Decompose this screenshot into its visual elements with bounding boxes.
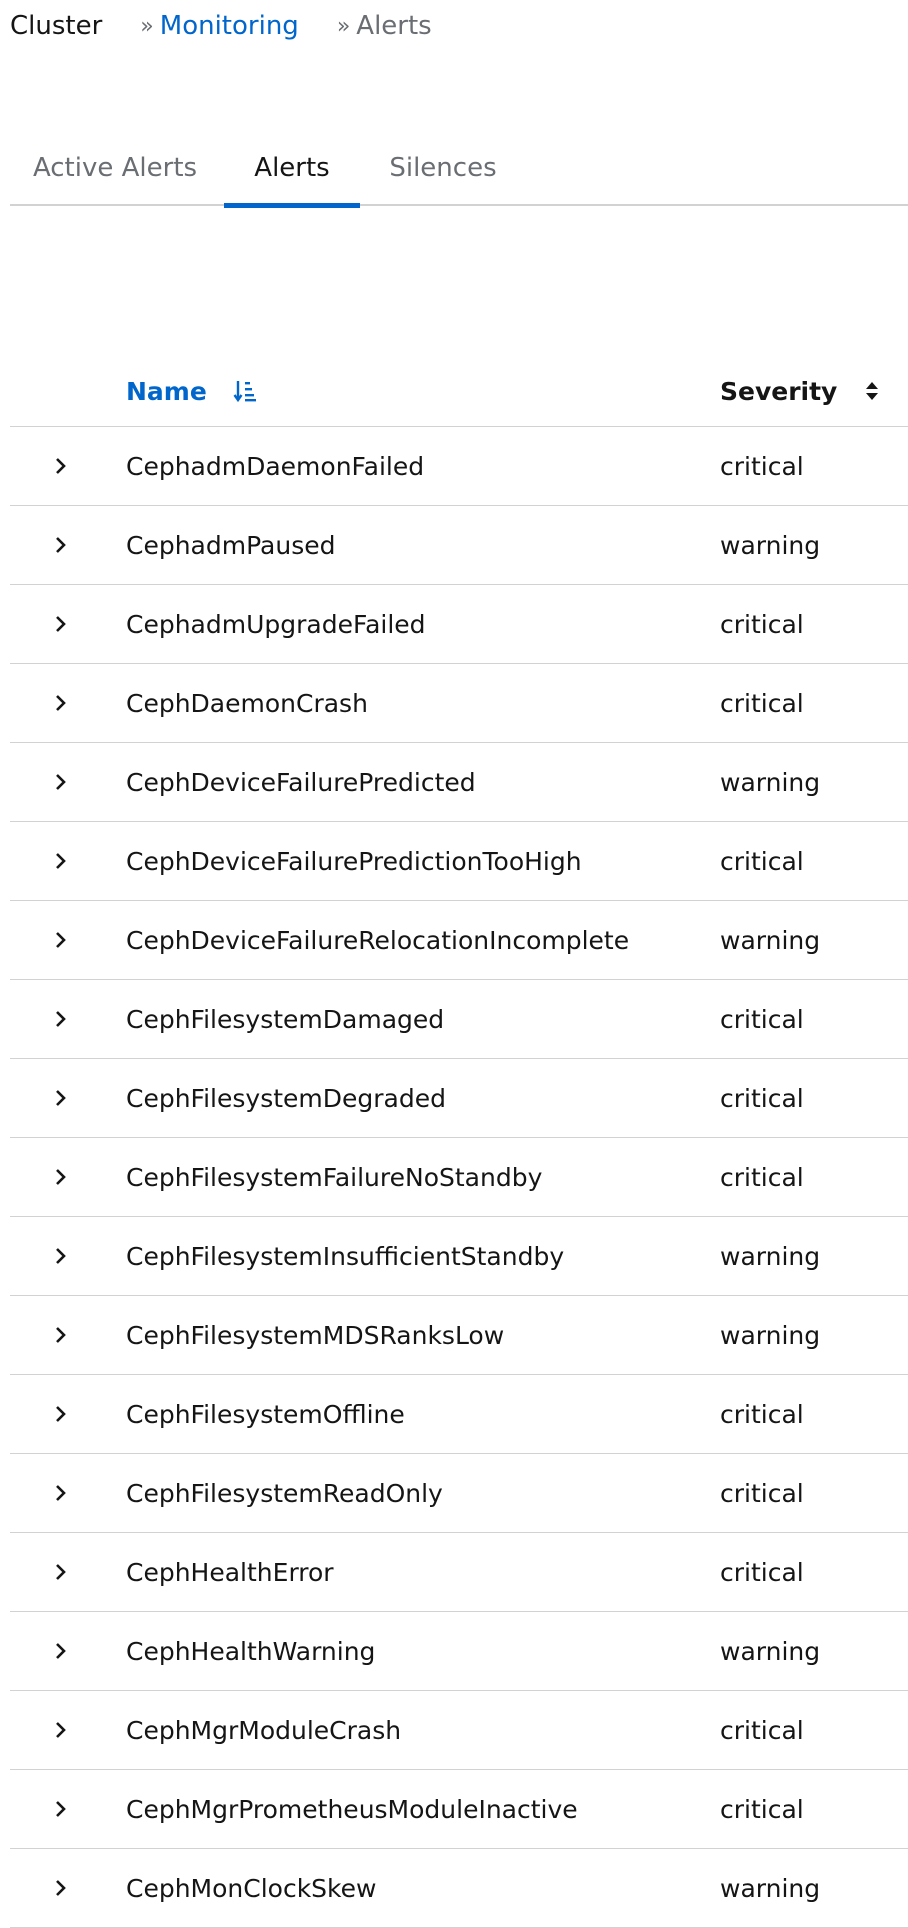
alert-severity: critical — [720, 1004, 804, 1034]
alert-severity: warning — [720, 925, 821, 955]
table-row: CephFilesystemFailureNoStandby critical — [10, 1138, 908, 1217]
chevron-right-icon[interactable] — [46, 1713, 76, 1747]
alert-severity: critical — [720, 1557, 804, 1587]
table-row: CephFilesystemOffline critical — [10, 1375, 908, 1454]
table-header: Name Severity — [10, 355, 908, 427]
table-row: CephadmDaemonFailed critical — [10, 427, 908, 506]
tab-silences[interactable]: Silences — [360, 130, 526, 206]
table-row: CephFilesystemDamaged critical — [10, 980, 908, 1059]
alert-name: CephFilesystemDamaged — [126, 1004, 445, 1034]
alert-severity: critical — [720, 846, 804, 876]
chevron-right-icon[interactable] — [46, 1002, 76, 1036]
table-body: CephadmDaemonFailed critical CephadmPaus… — [10, 427, 908, 1928]
chevron-right-icon[interactable] — [46, 1871, 76, 1905]
alert-severity: critical — [720, 609, 804, 639]
column-header-severity-label: Severity — [720, 376, 838, 406]
table-row: CephFilesystemInsufficientStandby warnin… — [10, 1217, 908, 1296]
sort-both-icon — [865, 380, 879, 402]
table-row: CephMgrModuleCrash critical — [10, 1691, 908, 1770]
alert-name: CephHealthWarning — [126, 1636, 376, 1666]
sort-amount-down-icon — [233, 379, 257, 403]
alert-severity: warning — [720, 1241, 821, 1271]
alert-severity: critical — [720, 1399, 804, 1429]
alert-name: CephFilesystemMDSRanksLow — [126, 1320, 505, 1350]
chevron-right-icon[interactable] — [46, 1555, 76, 1589]
chevron-right-icon[interactable] — [46, 1792, 76, 1826]
breadcrumb-separator-icon: » — [140, 13, 154, 39]
alert-severity: warning — [720, 767, 821, 797]
alert-name: CephFilesystemOffline — [126, 1399, 405, 1429]
chevron-right-icon[interactable] — [46, 1160, 76, 1194]
alert-severity: critical — [720, 1162, 804, 1192]
alert-severity: warning — [720, 1873, 821, 1903]
breadcrumb-current: Alerts — [356, 11, 432, 41]
breadcrumb-cluster: Cluster — [10, 11, 103, 41]
chevron-right-icon[interactable] — [46, 1634, 76, 1668]
table-row: CephMgrPrometheusModuleInactive critical — [10, 1770, 908, 1849]
table-row: CephadmUpgradeFailed critical — [10, 585, 908, 664]
table-row: CephHealthError critical — [10, 1533, 908, 1612]
table-row: CephDeviceFailurePredicted warning — [10, 743, 908, 822]
alert-name: CephDeviceFailureRelocationIncomplete — [126, 925, 630, 955]
breadcrumb: Cluster » Monitoring » Alerts — [10, 6, 432, 46]
alert-severity: critical — [720, 688, 804, 718]
chevron-right-icon[interactable] — [46, 1318, 76, 1352]
table-row: CephFilesystemDegraded critical — [10, 1059, 908, 1138]
alert-name: CephMgrModuleCrash — [126, 1715, 402, 1745]
table-row: CephFilesystemReadOnly critical — [10, 1454, 908, 1533]
chevron-right-icon[interactable] — [46, 923, 76, 957]
alert-severity: warning — [720, 530, 821, 560]
table-row: CephFilesystemMDSRanksLow warning — [10, 1296, 908, 1375]
chevron-right-icon[interactable] — [46, 1239, 76, 1273]
breadcrumb-monitoring-link[interactable]: Monitoring — [160, 11, 299, 41]
table-row: CephMonClockSkew warning — [10, 1849, 908, 1928]
alert-severity: critical — [720, 1715, 804, 1745]
column-header-name-label: Name — [126, 376, 207, 406]
alert-severity: critical — [720, 1478, 804, 1508]
tab-alerts[interactable]: Alerts — [224, 130, 360, 208]
alert-severity: critical — [720, 1794, 804, 1824]
alert-name: CephFilesystemInsufficientStandby — [126, 1241, 565, 1271]
chevron-right-icon[interactable] — [46, 1476, 76, 1510]
chevron-right-icon[interactable] — [46, 765, 76, 799]
alert-name: CephFilesystemDegraded — [126, 1083, 446, 1113]
chevron-right-icon[interactable] — [46, 449, 76, 483]
table-row: CephDeviceFailurePredictionTooHigh criti… — [10, 822, 908, 901]
column-header-severity[interactable]: Severity — [720, 369, 879, 413]
alert-name: CephadmPaused — [126, 530, 336, 560]
column-header-name[interactable]: Name — [126, 369, 257, 413]
chevron-right-icon[interactable] — [46, 844, 76, 878]
table-row: CephadmPaused warning — [10, 506, 908, 585]
alert-name: CephDeviceFailurePredicted — [126, 767, 476, 797]
alert-name: CephDeviceFailurePredictionTooHigh — [126, 846, 582, 876]
alert-name: CephMgrPrometheusModuleInactive — [126, 1794, 578, 1824]
chevron-right-icon[interactable] — [46, 1397, 76, 1431]
breadcrumb-separator-icon: » — [336, 13, 351, 39]
alert-severity: warning — [720, 1636, 821, 1666]
alert-name: CephMonClockSkew — [126, 1873, 377, 1903]
chevron-right-icon[interactable] — [46, 1081, 76, 1115]
alert-severity: critical — [720, 451, 804, 481]
alert-name: CephFilesystemReadOnly — [126, 1478, 443, 1508]
table-row: CephDaemonCrash critical — [10, 664, 908, 743]
chevron-right-icon[interactable] — [46, 528, 76, 562]
alert-name: CephadmUpgradeFailed — [126, 609, 426, 639]
table-row: CephDeviceFailureRelocationIncomplete wa… — [10, 901, 908, 980]
chevron-right-icon[interactable] — [46, 686, 76, 720]
alerts-table: Name Severity CephadmDaemonFailed critic… — [10, 355, 908, 1928]
alert-name: CephHealthError — [126, 1557, 334, 1587]
tab-active-alerts[interactable]: Active Alerts — [10, 130, 220, 206]
chevron-right-icon[interactable] — [46, 607, 76, 641]
tab-bar: Active Alerts Alerts Silences — [10, 130, 908, 208]
table-row: CephHealthWarning warning — [10, 1612, 908, 1691]
alert-name: CephDaemonCrash — [126, 688, 368, 718]
alert-severity: critical — [720, 1083, 804, 1113]
alert-severity: warning — [720, 1320, 821, 1350]
alert-name: CephFilesystemFailureNoStandby — [126, 1162, 543, 1192]
alert-name: CephadmDaemonFailed — [126, 451, 425, 481]
